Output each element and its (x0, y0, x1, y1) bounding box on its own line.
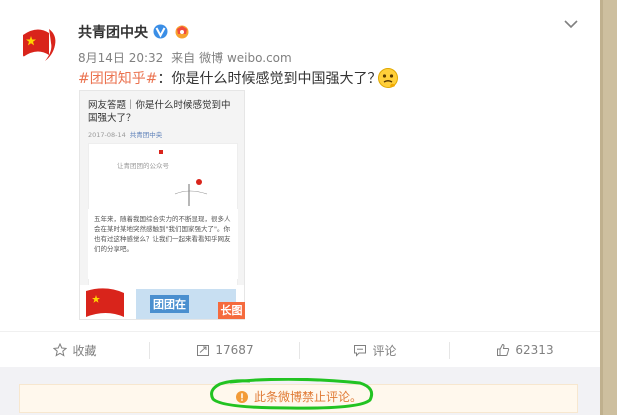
forward-count: 17687 (215, 343, 254, 357)
topic-tag-link[interactable]: #团团知乎# (78, 71, 157, 87)
thumbnail-caption: 让青团团的公众号 (117, 162, 169, 170)
banner-text: 团团在 (150, 295, 189, 313)
forward-button[interactable]: 17687 (150, 332, 300, 368)
chevron-down-icon[interactable] (563, 18, 579, 30)
thumbs-up-icon (497, 343, 510, 356)
warning-icon (236, 390, 248, 403)
action-bar: 收藏 17687 评论 62313 (0, 331, 600, 367)
comment-button[interactable]: 评论 (300, 332, 450, 368)
like-count: 62313 (515, 343, 554, 357)
comment-disabled-text: 此条微博禁止评论。 (254, 390, 363, 404)
flag-avatar-image (19, 21, 63, 65)
like-button[interactable]: 62313 (450, 332, 600, 368)
forward-icon (197, 345, 210, 356)
post-text: #团团知乎#：你是什么时候感觉到中国强大了？ (78, 68, 381, 88)
star-icon (53, 343, 68, 357)
page-background-strip (600, 0, 617, 415)
post-source[interactable]: 微博 weibo.com (199, 51, 292, 65)
source-prefix: 来自 (171, 51, 196, 65)
thumbnail-date-line: 2017-08-14 共青团中央 (88, 129, 162, 139)
post-meta: 8月14日 20:32 来自 微博 weibo.com (78, 49, 292, 66)
comment-icon (354, 345, 367, 357)
weibo-card: 共青团中央 8月14日 20:32 来自 微博 weibo.com #团团知乎#：… (0, 0, 600, 415)
favorite-label: 收藏 (72, 343, 97, 358)
strip-shadow (600, 0, 603, 415)
avatar[interactable] (19, 21, 63, 65)
comment-disabled-message: 此条微博禁止评论。 (236, 388, 362, 405)
post-body: ：你是什么时候感觉到中国强大了？ (157, 71, 382, 87)
thumbnail-source: 共青团中央 (129, 131, 163, 139)
post-timestamp[interactable]: 8月14日 20:32 (78, 51, 163, 65)
author-name[interactable]: 共青团中央 (78, 22, 148, 42)
favorite-button[interactable]: 收藏 (0, 332, 150, 368)
vip-icon[interactable] (174, 24, 190, 39)
thinking-emoji-icon (378, 68, 398, 88)
comment-label: 评论 (372, 343, 397, 358)
long-image-thumbnail[interactable]: 网友答题｜你是什么时候感觉到中国强大了？ 2017-08-14 共青团中央 让青团… (79, 90, 245, 320)
verified-icon (153, 24, 168, 39)
flag-sketch-image (159, 150, 208, 206)
thumbnail-date: 2017-08-14 (88, 131, 126, 139)
long-image-badge: 长图 (218, 302, 245, 319)
thumbnail-paragraph: 五年来，随着我国综合实力的不断显现，很多人会在某时某地突然感触到"我们国家强大了… (88, 209, 238, 279)
thumbnail-title: 网友答题｜你是什么时候感觉到中国强大了？ (88, 100, 231, 124)
